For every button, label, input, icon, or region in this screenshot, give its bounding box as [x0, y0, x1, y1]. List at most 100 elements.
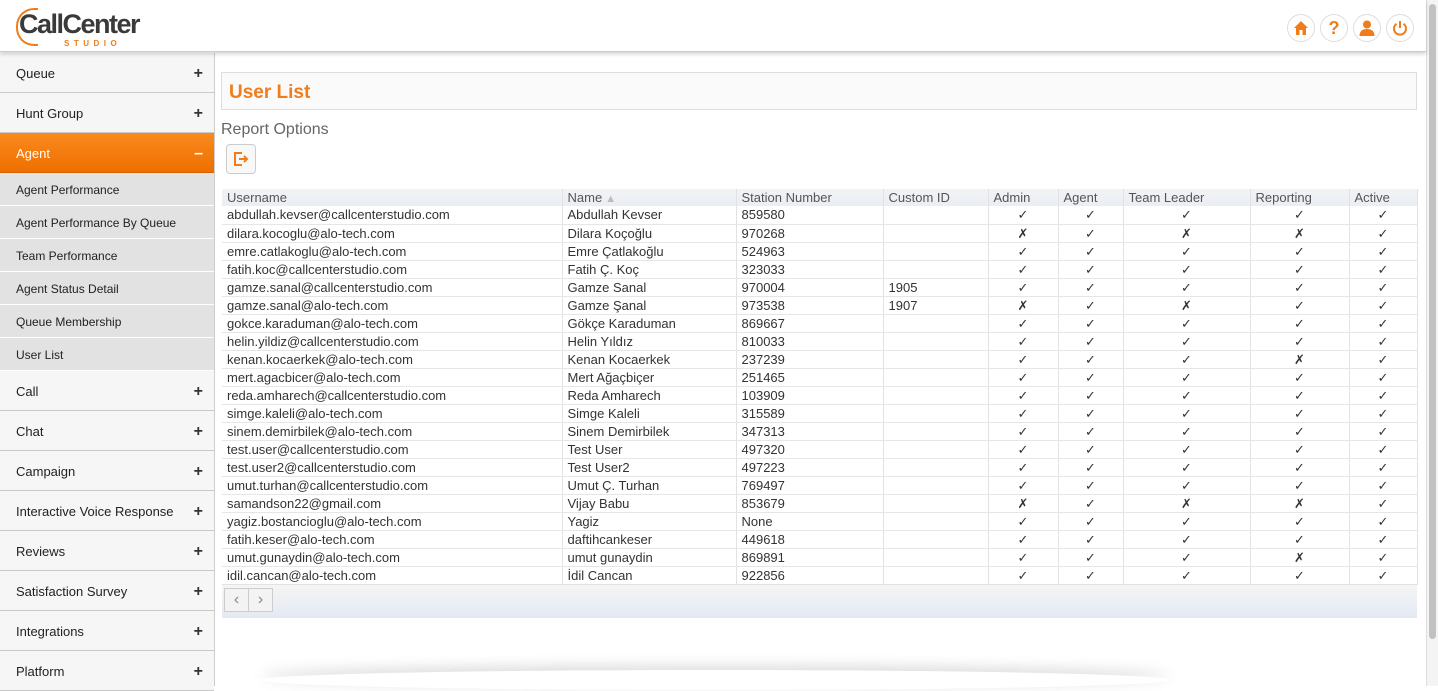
- table-row[interactable]: umut.gunaydin@alo-tech.com umut gunaydin 8…: [222, 548, 1418, 567]
- table-row[interactable]: gamze.sanal@callcenterstudio.com Gamze Sa…: [222, 278, 1418, 297]
- table-row[interactable]: yagiz.bostancioglu@alo-tech.com Yagiz None…: [222, 512, 1418, 531]
- table-row[interactable]: mert.agacbicer@alo-tech.com Mert Ağaçbiçe…: [222, 368, 1418, 387]
- username-cell: helin.yildiz@callcenterstudio.com: [222, 332, 563, 351]
- active-cell: ✓: [1349, 476, 1418, 495]
- team-leader-cell: ✓: [1123, 332, 1251, 351]
- page-scrollbar[interactable]: [1426, 0, 1438, 686]
- table-row[interactable]: sinem.demirbilek@alo-tech.com Sinem Demir…: [222, 422, 1418, 441]
- custom-id-cell: [883, 458, 989, 477]
- table-row[interactable]: gokce.karaduman@alo-tech.com Gökçe Karadu…: [222, 314, 1418, 333]
- table-row[interactable]: simge.kaleli@alo-tech.com Simge Kaleli 315…: [222, 404, 1418, 423]
- agent-cell: ✓: [1058, 386, 1124, 405]
- sidebar-subitem-user-list[interactable]: User List: [0, 338, 214, 371]
- team-leader-cell: ✗: [1123, 296, 1251, 315]
- sidebar-subitem-label: Agent Status Detail: [16, 282, 119, 296]
- prev-page-button[interactable]: ‹: [224, 588, 249, 612]
- station-number-cell: 103909: [736, 386, 884, 405]
- sidebar-item-agent[interactable]: Agent –: [0, 133, 214, 173]
- help-glyph: ?: [1328, 17, 1340, 38]
- column-header-username[interactable]: Username: [222, 189, 563, 206]
- sidebar-item-hunt-group[interactable]: Hunt Group +: [0, 93, 214, 133]
- column-header-team-leader[interactable]: Team Leader: [1123, 189, 1251, 206]
- reporting-cell: ✓: [1250, 206, 1350, 225]
- table-row[interactable]: idil.cancan@alo-tech.com İdil Cancan 92285…: [222, 566, 1418, 585]
- station-number-cell: 869667: [736, 314, 884, 333]
- custom-id-cell: [883, 260, 989, 279]
- sidebar-item-ivr[interactable]: Interactive Voice Response +: [0, 491, 214, 531]
- sidebar-subitem-queue-membership[interactable]: Queue Membership: [0, 305, 214, 338]
- column-header-agent[interactable]: Agent: [1058, 189, 1124, 206]
- power-icon[interactable]: [1386, 14, 1414, 42]
- table-row[interactable]: test.user@callcenterstudio.com Test User 4…: [222, 440, 1418, 459]
- station-number-cell: 859580: [736, 206, 884, 225]
- team-leader-cell: ✓: [1123, 458, 1251, 477]
- column-header-custom-id[interactable]: Custom ID: [883, 189, 989, 206]
- station-number-cell: 251465: [736, 368, 884, 387]
- sidebar-item-queue[interactable]: Queue +: [0, 53, 214, 93]
- sidebar-subitem-agent-status-detail[interactable]: Agent Status Detail: [0, 272, 214, 305]
- admin-cell: ✓: [988, 440, 1059, 459]
- sidebar-subitem-agent-performance-by-queue[interactable]: Agent Performance By Queue: [0, 206, 214, 239]
- agent-cell: ✓: [1058, 440, 1124, 459]
- sidebar-item-chat[interactable]: Chat +: [0, 411, 214, 451]
- table-row[interactable]: dilara.kocoglu@alo-tech.com Dilara Koçoğl…: [222, 224, 1418, 243]
- user-icon[interactable]: [1353, 14, 1381, 42]
- column-header-active[interactable]: Active: [1349, 189, 1418, 206]
- station-number-cell: 869891: [736, 548, 884, 567]
- sidebar: Queue + Hunt Group + Agent – Agent Performa…: [0, 53, 215, 691]
- agent-cell: ✓: [1058, 404, 1124, 423]
- active-cell: ✓: [1349, 440, 1418, 459]
- agent-cell: ✓: [1058, 530, 1124, 549]
- sidebar-item-platform[interactable]: Platform +: [0, 651, 214, 691]
- username-cell: umut.turhan@callcenterstudio.com: [222, 476, 563, 495]
- sidebar-item-integrations[interactable]: Integrations +: [0, 611, 214, 651]
- table-row[interactable]: samandson22@gmail.com Vijay Babu 853679 ✗ ✓ ✗…: [222, 494, 1418, 513]
- export-button[interactable]: [226, 144, 256, 174]
- sidebar-subitem-agent-performance[interactable]: Agent Performance: [0, 173, 214, 206]
- station-number-cell: 323033: [736, 260, 884, 279]
- table-row[interactable]: fatih.keser@alo-tech.com daftihcankeser 44…: [222, 530, 1418, 549]
- table-row[interactable]: gamze.sanal@alo-tech.com Gamze Şanal 97353…: [222, 296, 1418, 315]
- home-icon[interactable]: [1287, 14, 1315, 42]
- active-cell: ✓: [1349, 404, 1418, 423]
- name-cell: İdil Cancan: [562, 566, 737, 585]
- column-header-admin[interactable]: Admin: [988, 189, 1059, 206]
- table-row[interactable]: test.user2@callcenterstudio.com Test User…: [222, 458, 1418, 477]
- table-row[interactable]: abdullah.kevser@callcenterstudio.com Abdu…: [222, 206, 1418, 225]
- admin-cell: ✓: [988, 530, 1059, 549]
- table-row[interactable]: reda.amharech@callcenterstudio.com Reda A…: [222, 386, 1418, 405]
- table-row[interactable]: fatih.koc@callcenterstudio.com Fatih Ç. K…: [222, 260, 1418, 279]
- next-page-button[interactable]: ›: [248, 588, 273, 612]
- custom-id-cell: [883, 512, 989, 531]
- team-leader-cell: ✓: [1123, 404, 1251, 423]
- name-cell: Umut Ç. Turhan: [562, 476, 737, 495]
- agent-cell: ✓: [1058, 224, 1124, 243]
- reporting-cell: ✓: [1250, 566, 1350, 585]
- table-row[interactable]: emre.catlakoglu@alo-tech.com Emre Çatlako…: [222, 242, 1418, 261]
- reporting-cell: ✓: [1250, 440, 1350, 459]
- admin-cell: ✓: [988, 260, 1059, 279]
- column-header-reporting[interactable]: Reporting: [1250, 189, 1350, 206]
- table-row[interactable]: umut.turhan@callcenterstudio.com Umut Ç. …: [222, 476, 1418, 495]
- sidebar-item-call[interactable]: Call +: [0, 371, 214, 411]
- active-cell: ✓: [1349, 260, 1418, 279]
- sidebar-item-campaign[interactable]: Campaign +: [0, 451, 214, 491]
- active-cell: ✓: [1349, 494, 1418, 513]
- scrollbar-thumb[interactable]: [1429, 4, 1436, 639]
- column-header-station-number[interactable]: Station Number: [736, 189, 884, 206]
- admin-cell: ✓: [988, 566, 1059, 585]
- table-row[interactable]: helin.yildiz@callcenterstudio.com Helin Y…: [222, 332, 1418, 351]
- table-row[interactable]: kenan.kocaerkek@alo-tech.com Kenan Kocaer…: [222, 350, 1418, 369]
- sidebar-item-satisfaction-survey[interactable]: Satisfaction Survey +: [0, 571, 214, 611]
- callcenter-studio-logo[interactable]: CallCenter STUDIO: [16, 3, 151, 49]
- reporting-cell: ✓: [1250, 422, 1350, 441]
- agent-cell: ✓: [1058, 278, 1124, 297]
- custom-id-cell: 1907: [883, 296, 989, 315]
- agent-cell: ✓: [1058, 458, 1124, 477]
- admin-cell: ✓: [988, 206, 1059, 225]
- sidebar-subitem-team-performance[interactable]: Team Performance: [0, 239, 214, 272]
- sidebar-item-reviews[interactable]: Reviews +: [0, 531, 214, 571]
- help-icon[interactable]: ?: [1320, 14, 1348, 42]
- expand-icon: +: [193, 503, 203, 520]
- column-header-name[interactable]: Name ▲: [562, 189, 737, 206]
